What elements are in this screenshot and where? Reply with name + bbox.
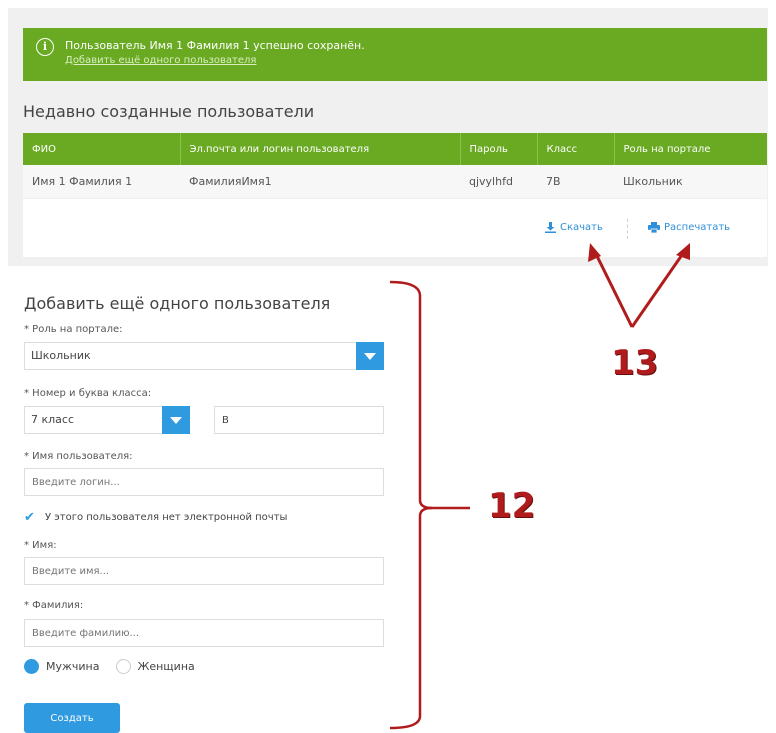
radio-male-label: Мужчина: [46, 660, 100, 673]
cell-class: 7В: [537, 165, 614, 198]
class-number-select[interactable]: 7 класс: [24, 406, 190, 434]
cell-login: ФамилияИмя1: [180, 165, 460, 198]
annotation-label-12: 12: [488, 486, 536, 526]
cell-name: Имя 1 Фамилия 1: [23, 165, 180, 198]
alert-message: Пользователь Имя 1 Фамилия 1 успешно сох…: [65, 39, 365, 52]
chevron-down-icon[interactable]: [356, 342, 384, 370]
lastname-input[interactable]: [24, 619, 384, 647]
print-link[interactable]: Распечатать: [648, 222, 730, 233]
radio-male[interactable]: [24, 659, 39, 674]
create-button[interactable]: Создать: [24, 703, 120, 733]
table-actions: Скачать Распечатать: [23, 199, 767, 257]
column-header-class: Класс: [537, 133, 615, 165]
lastname-label: * Фамилия:: [24, 600, 84, 611]
class-letter-input[interactable]: [214, 406, 384, 434]
download-label: Скачать: [560, 222, 603, 233]
no-email-option[interactable]: ✔ У этого пользователя нет электронной п…: [24, 511, 287, 524]
recent-users-table: ФИО Эл.почта или логин пользователя Паро…: [23, 133, 767, 198]
cell-password: qjvylhfd: [460, 165, 537, 198]
column-header-email: Эл.почта или логин пользователя: [180, 133, 461, 165]
printer-icon: [648, 222, 660, 233]
add-user-form-title: Добавить ещё одного пользователя: [24, 294, 331, 313]
table-header-row: ФИО Эл.почта или логин пользователя Паро…: [23, 133, 767, 165]
role-select[interactable]: Школьник: [24, 342, 384, 370]
cell-role: Школьник: [614, 165, 767, 198]
class-label: * Номер и буква класса:: [24, 388, 152, 399]
chevron-down-icon[interactable]: [162, 406, 190, 434]
table-row: Имя 1 Фамилия 1 ФамилияИмя1 qjvylhfd 7В …: [23, 165, 767, 198]
radio-female[interactable]: [115, 659, 131, 674]
username-label: * Имя пользователя:: [24, 451, 133, 462]
add-another-user-link[interactable]: Добавить ещё одного пользователя: [65, 55, 256, 66]
radio-female-label: Женщина: [137, 660, 195, 673]
download-link[interactable]: Скачать: [545, 222, 603, 233]
column-header-role: Роль на портале: [614, 133, 767, 165]
no-email-label: У этого пользователя нет электронной поч…: [45, 512, 288, 523]
annotation-label-13: 13: [611, 343, 659, 383]
firstname-input[interactable]: [24, 557, 384, 585]
bracket-mark: [389, 280, 433, 730]
column-header-name: ФИО: [23, 133, 181, 165]
recent-users-title: Недавно созданные пользователи: [23, 102, 315, 121]
username-input[interactable]: [24, 468, 384, 496]
actions-divider: [627, 219, 628, 239]
success-alert: i Пользователь Имя 1 Фамилия 1 успешно с…: [23, 28, 767, 81]
role-select-value: Школьник: [31, 349, 91, 362]
info-icon: i: [36, 38, 54, 56]
column-header-password: Пароль: [460, 133, 538, 165]
gender-radio-group: Мужчина Женщина: [24, 659, 195, 674]
download-icon: [545, 222, 556, 233]
role-label: * Роль на портале:: [24, 324, 123, 335]
class-number-value: 7 класс: [31, 413, 75, 426]
checkbox-checked-icon[interactable]: ✔: [24, 511, 37, 524]
firstname-label: * Имя:: [24, 540, 57, 551]
print-label: Распечатать: [664, 222, 731, 233]
